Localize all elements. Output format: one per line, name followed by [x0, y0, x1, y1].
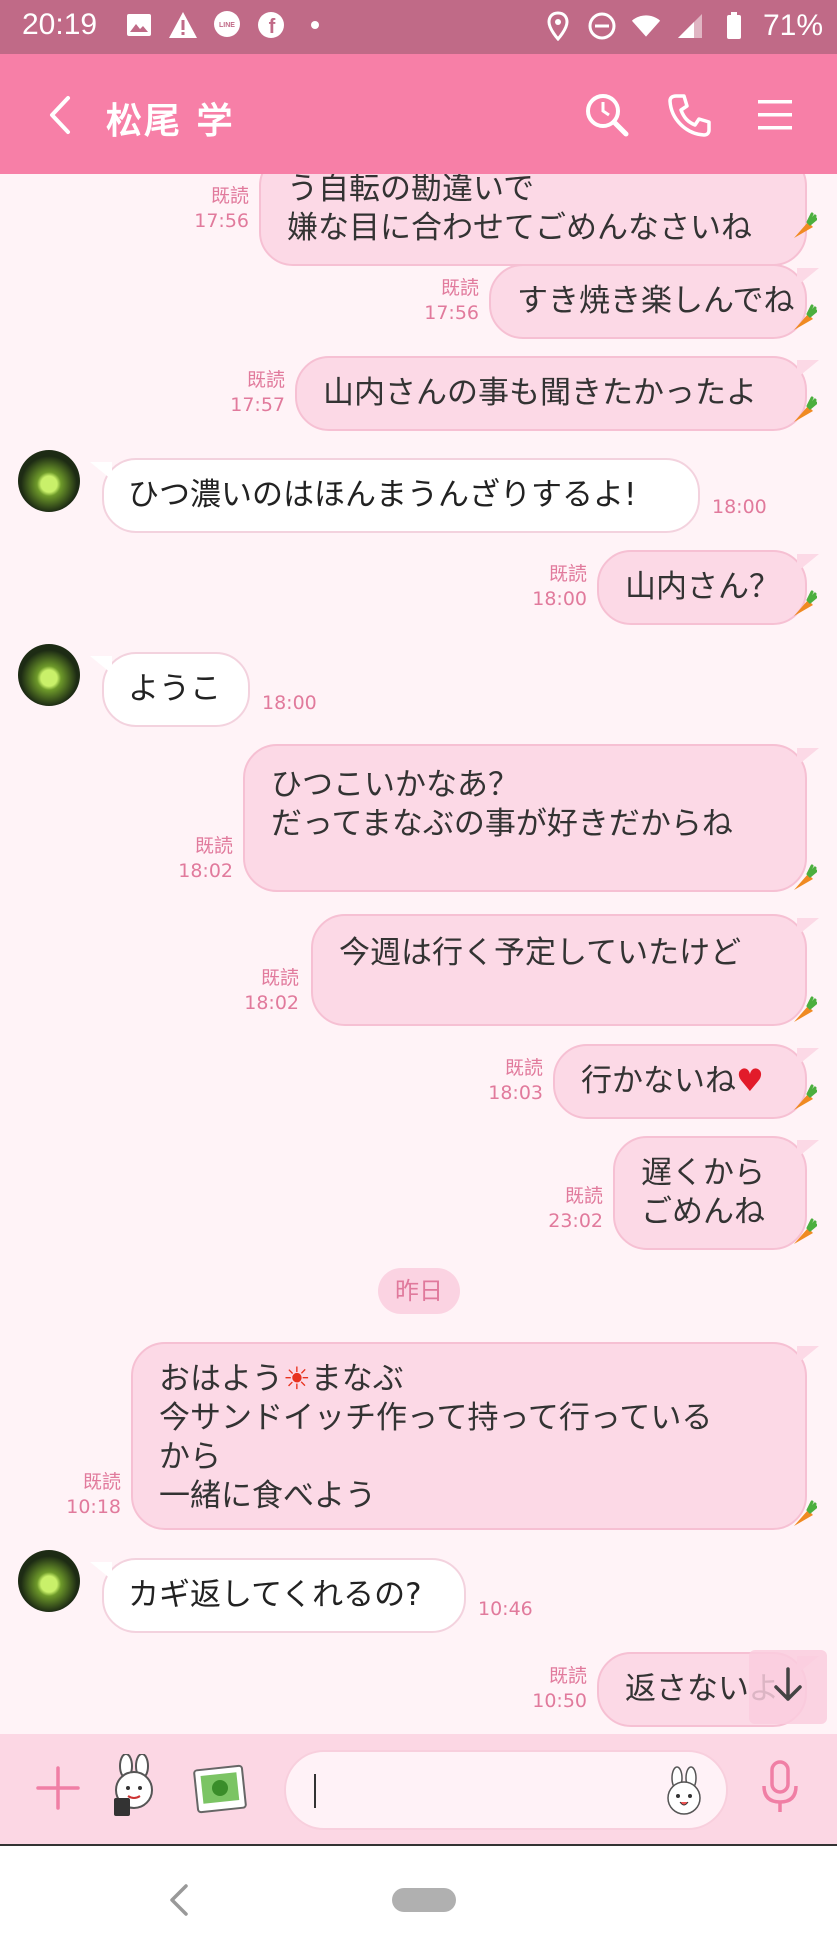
message-meta: 既読 17:57: [230, 368, 285, 418]
chat-area[interactable]: う自転の勘違いで 嫌な目に合わせてごめんなさいね 既読 17:56 すき焼き楽しん…: [0, 174, 837, 1734]
message-time: 18:00: [532, 588, 587, 610]
read-receipt: 既読: [210, 185, 249, 207]
message-bubble-outgoing[interactable]: おはよう☀まなぶ 今サンドイッチ作って持って行っている から 一緒に食べよう: [131, 1342, 819, 1530]
avatar[interactable]: [18, 1550, 80, 1612]
sticker-icon[interactable]: [104, 1753, 164, 1820]
svg-text:LINE: LINE: [219, 22, 235, 29]
svg-text:f: f: [269, 16, 276, 38]
message-meta: 既読 17:56: [424, 276, 479, 326]
message-meta: 既読 10:50: [532, 1664, 587, 1714]
dnd-icon: [587, 11, 617, 41]
read-receipt: 既読: [548, 1665, 587, 1687]
message-time: 18:02: [244, 992, 299, 1014]
status-bar: 20:19 LINE f 71%: [0, 0, 837, 54]
carrot-icon: [791, 996, 818, 1024]
message-bubble-outgoing[interactable]: ひつこいかなあ？ だってまなぶの事が好きだからね: [243, 744, 819, 892]
chat-title: 松尾 学: [106, 101, 235, 142]
message-bubble-outgoing[interactable]: 遅くから ごめんね: [613, 1136, 819, 1250]
message-time: 23:02: [548, 1210, 603, 1232]
carrot-icon: [791, 864, 818, 892]
message-meta: 既読 18:03: [488, 1056, 543, 1106]
carrot-icon: [791, 1084, 818, 1112]
arrow-down-icon: [770, 1665, 806, 1709]
wifi-icon: [631, 11, 661, 41]
message-bubble-outgoing[interactable]: 山内さん？: [597, 550, 819, 625]
message-bubble-outgoing[interactable]: 山内さんの事も聞きたかったよ: [295, 356, 819, 431]
read-receipt: 既読: [82, 1471, 121, 1493]
carrot-icon: [791, 1500, 818, 1528]
message-meta: 既読 10:18: [66, 1470, 121, 1520]
read-receipt: 既読: [194, 835, 233, 857]
chat-header: 松尾 学: [0, 54, 837, 174]
photo-icon[interactable]: [192, 1764, 248, 1814]
back-icon[interactable]: [40, 90, 80, 140]
text-cursor: [314, 1774, 316, 1808]
read-receipt: 既読: [440, 277, 479, 299]
message-bubble-incoming[interactable]: ようこ: [90, 652, 250, 727]
emoji-icon[interactable]: [660, 1766, 708, 1816]
message-bubble-outgoing[interactable]: 行かないね♥: [553, 1044, 819, 1119]
message-input[interactable]: [284, 1750, 728, 1830]
message-bubble-outgoing[interactable]: う自転の勘違いで 嫌な目に合わせてごめんなさいね: [259, 174, 807, 266]
message-meta: 既読 17:56: [194, 184, 249, 234]
location-icon: [543, 11, 573, 41]
message-time: 17:56: [424, 302, 479, 324]
carrot-icon: [791, 590, 818, 618]
message-meta: 既読 18:02: [178, 834, 233, 884]
message-bubble-incoming[interactable]: ひつ濃いのはほんまうんざりするよ!: [90, 458, 700, 533]
message-bubble-outgoing[interactable]: 今週は行く予定していたけど: [311, 914, 819, 1026]
carrot-icon: [791, 396, 818, 424]
message-meta: 既読 23:02: [548, 1184, 603, 1234]
line-icon: LINE: [212, 10, 242, 40]
message-bubble-incoming[interactable]: カギ返してくれるの?: [90, 1558, 466, 1633]
battery-percent: 71%: [762, 9, 823, 42]
phone-icon[interactable]: [664, 90, 714, 140]
signal-icon: [675, 11, 705, 41]
warning-icon: [168, 10, 198, 40]
message-bubble-outgoing[interactable]: すき焼き楽しんでね: [489, 264, 819, 339]
plus-icon[interactable]: [34, 1764, 82, 1812]
read-receipt: 既読: [548, 563, 587, 585]
message-text: 行かないね♥: [581, 1063, 764, 1099]
message-meta: 既読 18:02: [244, 966, 299, 1016]
dot-icon: [300, 10, 330, 40]
message-time: 17:57: [230, 394, 285, 416]
message-time: 18:03: [488, 1082, 543, 1104]
message-time: 18:00: [262, 692, 317, 714]
read-receipt: 既読: [260, 967, 299, 989]
avatar[interactable]: [18, 450, 80, 512]
message-time: 18:00: [712, 496, 767, 518]
message-time: 10:50: [532, 1690, 587, 1712]
read-receipt: 既読: [504, 1057, 543, 1079]
nav-back-icon[interactable]: [164, 1880, 194, 1920]
facebook-icon: f: [256, 10, 286, 40]
read-receipt: 既読: [246, 369, 285, 391]
nav-home-button[interactable]: [392, 1888, 456, 1912]
mic-icon[interactable]: [760, 1758, 800, 1818]
menu-icon[interactable]: [750, 90, 800, 140]
avatar[interactable]: [18, 644, 80, 706]
message-time: 10:18: [66, 1496, 121, 1518]
message-input-bar: [0, 1734, 837, 1846]
battery-icon: [719, 11, 749, 41]
message-time: 10:46: [478, 1598, 533, 1620]
search-icon[interactable]: [582, 90, 632, 140]
carrot-icon: [791, 304, 818, 332]
scroll-to-bottom-button[interactable]: [749, 1650, 827, 1724]
carrot-icon: [791, 212, 818, 240]
system-nav-bar: [0, 1846, 837, 1953]
image-icon: [124, 10, 154, 40]
message-time: 18:02: [178, 860, 233, 882]
read-receipt: 既読: [564, 1185, 603, 1207]
message-meta: 既読 18:00: [532, 562, 587, 612]
carrot-icon: [791, 1218, 818, 1246]
message-time: 17:56: [194, 210, 249, 232]
status-time: 20:19: [22, 8, 98, 41]
date-separator: 昨日: [378, 1268, 460, 1314]
